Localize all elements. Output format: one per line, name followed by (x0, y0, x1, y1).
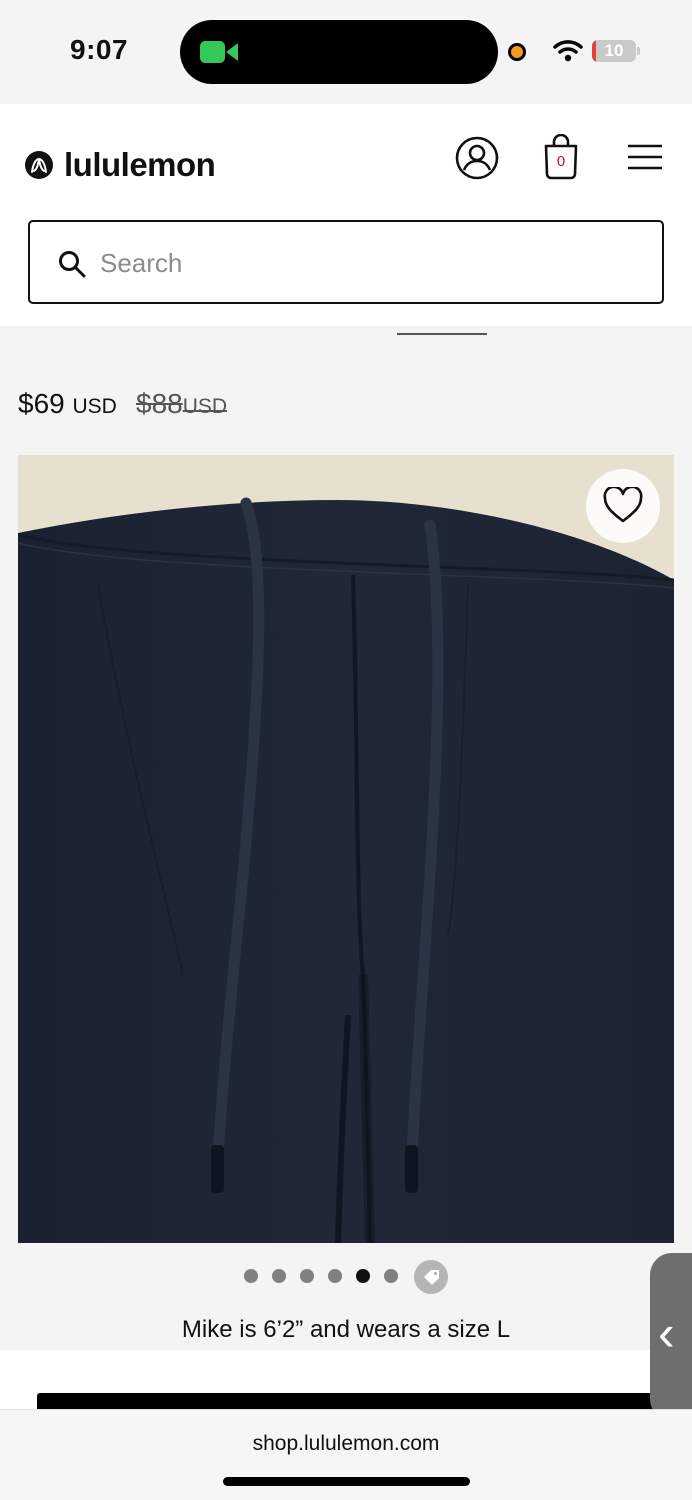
original-price: $88USD (136, 388, 227, 420)
search-icon (59, 251, 86, 278)
model-info: Mike is 6’2” and wears a size L (181, 1316, 511, 1343)
side-panel-tab[interactable]: ‹ (650, 1253, 692, 1421)
carousel-dot[interactable] (272, 1269, 286, 1283)
menu-icon[interactable] (626, 142, 664, 172)
carousel-dot[interactable] (328, 1269, 342, 1283)
battery-icon: 10 (592, 40, 636, 62)
url-text[interactable]: shop.lululemon.com (0, 1432, 692, 1456)
brand-logo-text[interactable]: lululemon (64, 146, 216, 184)
browser-address-bar[interactable]: shop.lululemon.com (0, 1409, 692, 1500)
facetime-camera-icon (200, 41, 238, 63)
original-price-currency: USD (182, 395, 228, 418)
sale-price: $69 USD (18, 388, 117, 420)
status-time: 9:07 (70, 34, 129, 65)
sale-price-amount: $69 (18, 388, 65, 419)
dynamic-island (180, 20, 498, 84)
product-photo (18, 455, 674, 1243)
carousel-dot[interactable] (244, 1269, 258, 1283)
promo-link-underline[interactable] (397, 333, 487, 335)
carousel-dot[interactable] (356, 1269, 370, 1283)
image-carousel-indicator (244, 1260, 454, 1294)
status-bar: 9:07 10 (0, 0, 692, 104)
carousel-dot[interactable] (384, 1269, 398, 1283)
heart-icon (603, 487, 643, 523)
original-price-amount: $88 (136, 388, 183, 419)
carousel-dot[interactable] (300, 1269, 314, 1283)
chevron-left-icon: ‹ (658, 1305, 675, 1361)
cart-count: 0 (556, 153, 566, 170)
lululemon-logo-icon[interactable] (24, 150, 54, 180)
battery-nub (637, 47, 640, 55)
wishlist-button[interactable] (586, 469, 660, 543)
price-tag-icon[interactable] (414, 1260, 448, 1294)
product-image[interactable] (18, 455, 674, 1243)
promo-banner-clipped (0, 326, 692, 340)
battery-level: 10 (604, 41, 624, 60)
wifi-icon (553, 40, 583, 62)
recording-indicator-icon (508, 43, 526, 61)
page: 9:07 10 lululemon 0 Search $69 USD $88US… (0, 0, 692, 1500)
site-header: lululemon 0 (0, 104, 692, 326)
search-input[interactable] (100, 240, 640, 286)
sale-price-currency: USD (72, 395, 117, 418)
search-bar[interactable] (28, 220, 664, 304)
account-icon[interactable] (455, 136, 499, 180)
home-indicator[interactable] (223, 1477, 470, 1486)
